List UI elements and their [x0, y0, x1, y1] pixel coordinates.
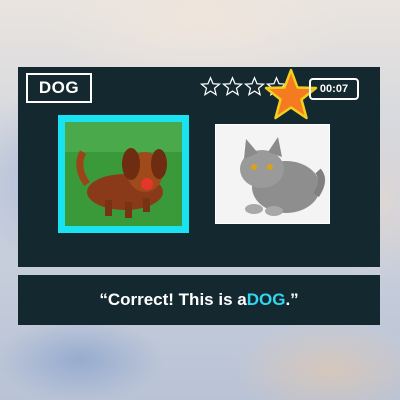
- star-outline-icon: [222, 76, 243, 96]
- answer-card-cat[interactable]: [215, 124, 330, 224]
- star-outline-icon: [244, 76, 265, 96]
- dog-photo: [65, 122, 182, 226]
- countdown-timer: 00:07: [309, 78, 359, 100]
- feedback-message: “Correct! This is a DOG.”: [18, 275, 380, 325]
- feedback-text-prefix: “Correct! This is a: [99, 290, 247, 309]
- feedback-text-suffix: .”: [285, 290, 299, 309]
- star-outline-icon: [200, 76, 221, 96]
- feedback-highlight-word: DOG: [246, 290, 286, 309]
- target-word-label: DOG: [26, 73, 92, 103]
- answer-card-dog[interactable]: [58, 115, 189, 233]
- cat-photo: [216, 125, 329, 223]
